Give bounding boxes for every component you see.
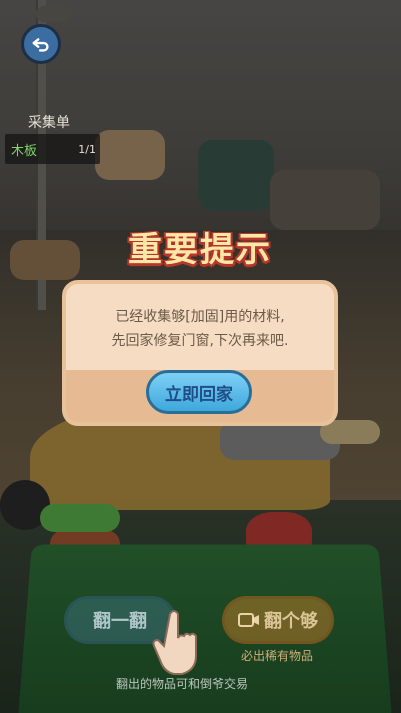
pointing-hand-icon <box>152 610 197 675</box>
footer-hint: 翻出的物品可和倒爷交易 <box>116 677 249 691</box>
back-arrow-icon <box>32 38 49 52</box>
go-home-button[interactable]: 立即回家 <box>146 370 252 414</box>
shopping-list-item: 木板 1/1 <box>5 134 100 164</box>
dialog-title: 重要提示 <box>128 230 272 270</box>
video-icon <box>238 613 259 627</box>
flip-all-button[interactable]: 翻个够 <box>222 596 334 644</box>
back-button[interactable] <box>21 24 61 64</box>
dialog-message-line2: 先回家修复门窗,下次再来吧. <box>111 333 289 349</box>
shopping-list-title: 采集单 <box>28 115 70 131</box>
list-item-count: 1/1 <box>78 142 96 156</box>
dialog-message-line1: 已经收集够[加固]用的材料, <box>115 309 285 325</box>
rare-item-hint: 必出稀有物品 <box>241 649 314 663</box>
list-item-name: 木板 <box>11 143 38 159</box>
flip-all-label: 翻个够 <box>264 611 318 632</box>
